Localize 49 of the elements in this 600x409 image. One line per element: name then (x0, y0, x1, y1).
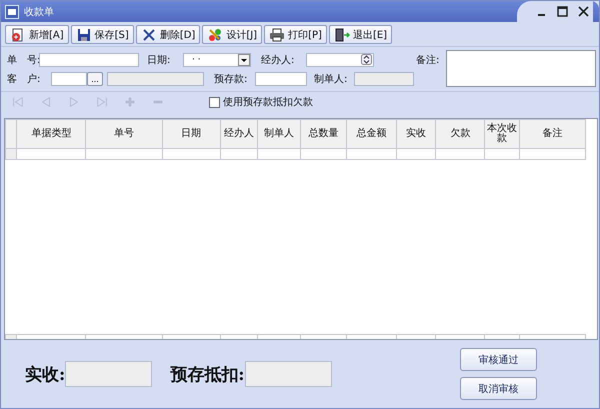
field-label: 经办人: (261, 54, 296, 66)
customer-field[interactable] (51, 72, 87, 86)
field-label: 单 号: (7, 54, 39, 66)
close-icon[interactable] (578, 6, 589, 17)
field-label: 预存款: (214, 72, 248, 86)
exit-door-icon (334, 26, 350, 42)
window-title: 收款单 (24, 6, 54, 18)
column-header[interactable]: 单号 (86, 120, 162, 148)
maximize-icon[interactable] (557, 6, 568, 17)
toolbar-button[interactable]: 删除[D] (136, 25, 200, 44)
column-header[interactable]: 总金额 (346, 120, 396, 148)
summary-label: 预存抵扣: (170, 364, 245, 386)
browse-button[interactable]: ... (87, 72, 103, 86)
printer-icon (269, 26, 286, 42)
maker-field (354, 72, 414, 86)
column-header[interactable]: 总数量 (300, 120, 346, 148)
column-header[interactable]: 日期 (162, 120, 220, 148)
design-icon (207, 26, 224, 42)
column-header[interactable]: 备注 (519, 120, 586, 148)
column-header[interactable]: 单据类型 (16, 120, 86, 148)
column-header[interactable]: 经办人 (220, 120, 258, 148)
app-icon (5, 4, 19, 18)
field-label: 制单人: (314, 72, 348, 86)
column-header[interactable]: 欠款 (436, 120, 485, 148)
column-header[interactable]: 实收 (396, 120, 436, 148)
checkbox-label: 使用预存款抵扣欠款 (223, 96, 313, 109)
column-header[interactable]: 制单人 (258, 120, 301, 148)
toolbar-button[interactable]: 打印[P] (264, 25, 327, 44)
toolbar-button[interactable]: 新增[A] (5, 25, 69, 44)
dropdown-icon[interactable] (238, 54, 250, 66)
handler-field[interactable] (306, 52, 374, 66)
number-field[interactable] (39, 52, 139, 66)
save-icon (76, 26, 92, 42)
summary-label: 实收: (25, 364, 66, 386)
spinner-icon[interactable] (361, 54, 372, 65)
remark-field[interactable] (446, 50, 596, 87)
field-label: 备注: (416, 54, 440, 66)
field-label: 日期: (147, 54, 172, 66)
toolbar-button[interactable]: 保存[S] (70, 25, 134, 44)
audit-button[interactable]: 审核通过 (460, 348, 537, 371)
date-field[interactable]: · · (183, 52, 251, 66)
audit-button[interactable]: 取消审核 (460, 377, 537, 400)
toolbar-button[interactable]: 退出[E] (328, 25, 392, 44)
delete-icon (140, 26, 157, 42)
checkbox[interactable] (209, 96, 220, 108)
field-label: 客 户: (7, 72, 42, 86)
column-header[interactable]: 本次收款 (484, 120, 520, 148)
toolbar-button[interactable]: 设计[J] (202, 25, 262, 44)
prepaid-field[interactable] (255, 72, 307, 86)
